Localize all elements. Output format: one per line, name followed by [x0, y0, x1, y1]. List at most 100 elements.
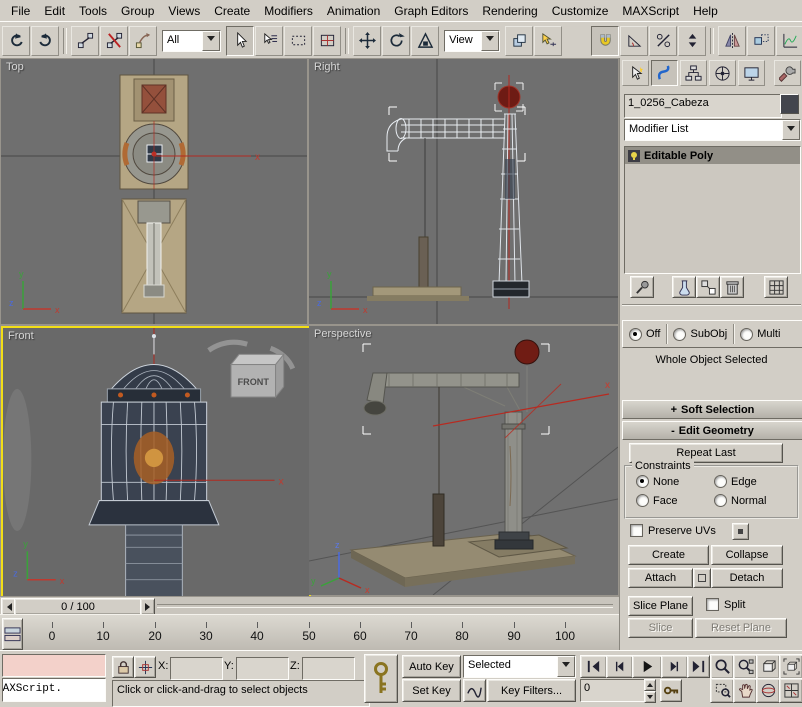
- edit-geometry-rollout-header[interactable]: - Edit Geometry: [622, 421, 802, 440]
- select-and-manipulate-button[interactable]: [534, 26, 562, 56]
- angle-snap-button[interactable]: [620, 26, 648, 56]
- key-mode-toggle-button[interactable]: [660, 679, 682, 702]
- play-animation-button[interactable]: [632, 655, 662, 678]
- time-slider-next-arrow[interactable]: [140, 598, 155, 615]
- z-coordinate-field[interactable]: [302, 657, 355, 680]
- current-frame-field[interactable]: 0: [580, 679, 650, 702]
- preserve-uvs-settings-button[interactable]: [732, 523, 749, 540]
- time-slider-handle[interactable]: 0 / 100: [14, 598, 142, 615]
- reset-plane-button[interactable]: Reset Plane: [695, 618, 787, 638]
- select-and-rotate-button[interactable]: [382, 26, 410, 56]
- menu-item-graph-editors[interactable]: Graph Editors: [387, 2, 475, 20]
- open-mini-curve-editor-button[interactable]: [2, 618, 23, 650]
- time-slider-track[interactable]: [157, 604, 613, 608]
- bind-to-space-warp-button[interactable]: [129, 26, 157, 56]
- menu-item-customize[interactable]: Customize: [545, 2, 616, 20]
- select-and-scale-button[interactable]: [411, 26, 439, 56]
- menu-item-group[interactable]: Group: [114, 2, 161, 20]
- modifier-list-drop-button[interactable]: [782, 120, 800, 140]
- select-by-name-button[interactable]: [255, 26, 283, 56]
- constraint-face-radio[interactable]: Face: [636, 494, 677, 507]
- modifier-stack[interactable]: Editable Poly: [624, 146, 801, 274]
- split-checkbox[interactable]: Split: [706, 598, 745, 611]
- modifier-stack-item[interactable]: Editable Poly: [625, 147, 800, 164]
- previous-frame-button[interactable]: [606, 655, 633, 678]
- zoom-button[interactable]: [710, 654, 734, 679]
- pan-button[interactable]: [733, 678, 757, 703]
- rectangular-selection-region-button[interactable]: [284, 26, 312, 56]
- x-coordinate-field[interactable]: [170, 657, 223, 680]
- use-pivot-point-center-button[interactable]: [505, 26, 533, 56]
- attach-list-button[interactable]: [693, 568, 711, 588]
- percent-snap-button[interactable]: [649, 26, 677, 56]
- configure-modifier-sets-button[interactable]: [764, 276, 788, 298]
- set-key-button[interactable]: Set Key: [402, 679, 461, 702]
- preserve-uvs-checkbox[interactable]: Preserve UVs: [630, 524, 716, 537]
- show-end-result-button[interactable]: [672, 276, 696, 298]
- next-frame-button[interactable]: [661, 655, 688, 678]
- menu-item-tools[interactable]: Tools: [72, 2, 114, 20]
- go-to-start-button[interactable]: [580, 655, 607, 678]
- attach-button[interactable]: Attach: [628, 568, 693, 588]
- selection-filter-dropdown[interactable]: All: [162, 30, 221, 52]
- hierarchy-tab[interactable]: [680, 60, 707, 86]
- arc-rotate-button[interactable]: [756, 678, 780, 703]
- viewport-perspective[interactable]: Perspective: [309, 326, 618, 595]
- detach-button[interactable]: Detach: [711, 568, 783, 588]
- object-color-swatch[interactable]: [780, 94, 799, 114]
- redo-button[interactable]: [31, 26, 59, 56]
- create-button[interactable]: Create: [628, 545, 709, 565]
- constraint-none-radio[interactable]: None: [636, 475, 679, 488]
- viewport-perspective-label[interactable]: Perspective: [314, 328, 371, 340]
- modifier-visibility-icon[interactable]: [628, 150, 640, 162]
- track-bar[interactable]: 0 10 20 30 40 50 60 70 80 90 100: [0, 614, 619, 651]
- display-tab[interactable]: [738, 60, 765, 86]
- window-crossing-button[interactable]: [313, 26, 341, 56]
- motion-tab[interactable]: [709, 60, 736, 86]
- object-name-field[interactable]: 1_0256_Cabeza: [624, 94, 782, 118]
- frame-spinner[interactable]: [644, 679, 656, 700]
- menu-item-create[interactable]: Create: [207, 2, 257, 20]
- constraint-edge-radio[interactable]: Edge: [714, 475, 757, 488]
- menu-item-edit[interactable]: Edit: [37, 2, 72, 20]
- macro-recorder-pane[interactable]: [2, 654, 106, 677]
- select-and-link-button[interactable]: [71, 26, 99, 56]
- mirror-button[interactable]: [718, 26, 746, 56]
- undo-button[interactable]: [2, 26, 30, 56]
- menu-item-maxscript[interactable]: MAXScript: [615, 2, 686, 20]
- reference-coordsys-drop-button[interactable]: [481, 31, 499, 51]
- y-coordinate-field[interactable]: [236, 657, 289, 680]
- spinner-snap-button[interactable]: [678, 26, 706, 56]
- zoom-extents-button[interactable]: [756, 654, 780, 679]
- modifier-list-dropdown[interactable]: Modifier List: [624, 119, 801, 141]
- key-mode-drop-button[interactable]: [557, 656, 575, 677]
- preview-selection-subobj-radio[interactable]: SubObj: [667, 328, 733, 341]
- auto-key-button[interactable]: Auto Key: [402, 655, 461, 678]
- zoom-region-button[interactable]: [710, 678, 734, 703]
- constraint-normal-radio[interactable]: Normal: [714, 494, 766, 507]
- collapse-button[interactable]: Collapse: [711, 545, 783, 565]
- viewport-front[interactable]: Front x FRONT: [1, 326, 311, 599]
- maxscript-listener-pane[interactable]: MAXScript.: [2, 678, 106, 702]
- zoom-all-button[interactable]: [733, 654, 757, 679]
- soft-selection-rollout-header[interactable]: + Soft Selection: [622, 400, 802, 419]
- viewport-top[interactable]: Top x y x: [1, 59, 307, 324]
- key-filters-button[interactable]: Key Filters...: [487, 679, 576, 702]
- select-object-button[interactable]: [226, 26, 254, 56]
- utilities-tab[interactable]: [774, 60, 801, 86]
- modify-tab[interactable]: [651, 60, 678, 86]
- menu-item-rendering[interactable]: Rendering: [475, 2, 544, 20]
- menu-item-views[interactable]: Views: [161, 2, 207, 20]
- go-to-end-button[interactable]: [687, 655, 710, 678]
- absolute-mode-button[interactable]: [134, 656, 156, 678]
- create-tab[interactable]: [622, 60, 649, 86]
- min-max-toggle-button[interactable]: [779, 678, 802, 703]
- key-mode-dropdown[interactable]: Selected: [463, 655, 576, 678]
- viewport-right[interactable]: Right: [309, 59, 618, 324]
- viewport-front-label[interactable]: Front: [8, 330, 34, 342]
- unlink-selection-button[interactable]: [100, 26, 128, 56]
- align-button[interactable]: [747, 26, 775, 56]
- default-tangents-button[interactable]: [463, 679, 486, 702]
- preview-selection-off-radio[interactable]: Off: [623, 328, 666, 341]
- slice-button[interactable]: Slice: [628, 618, 693, 638]
